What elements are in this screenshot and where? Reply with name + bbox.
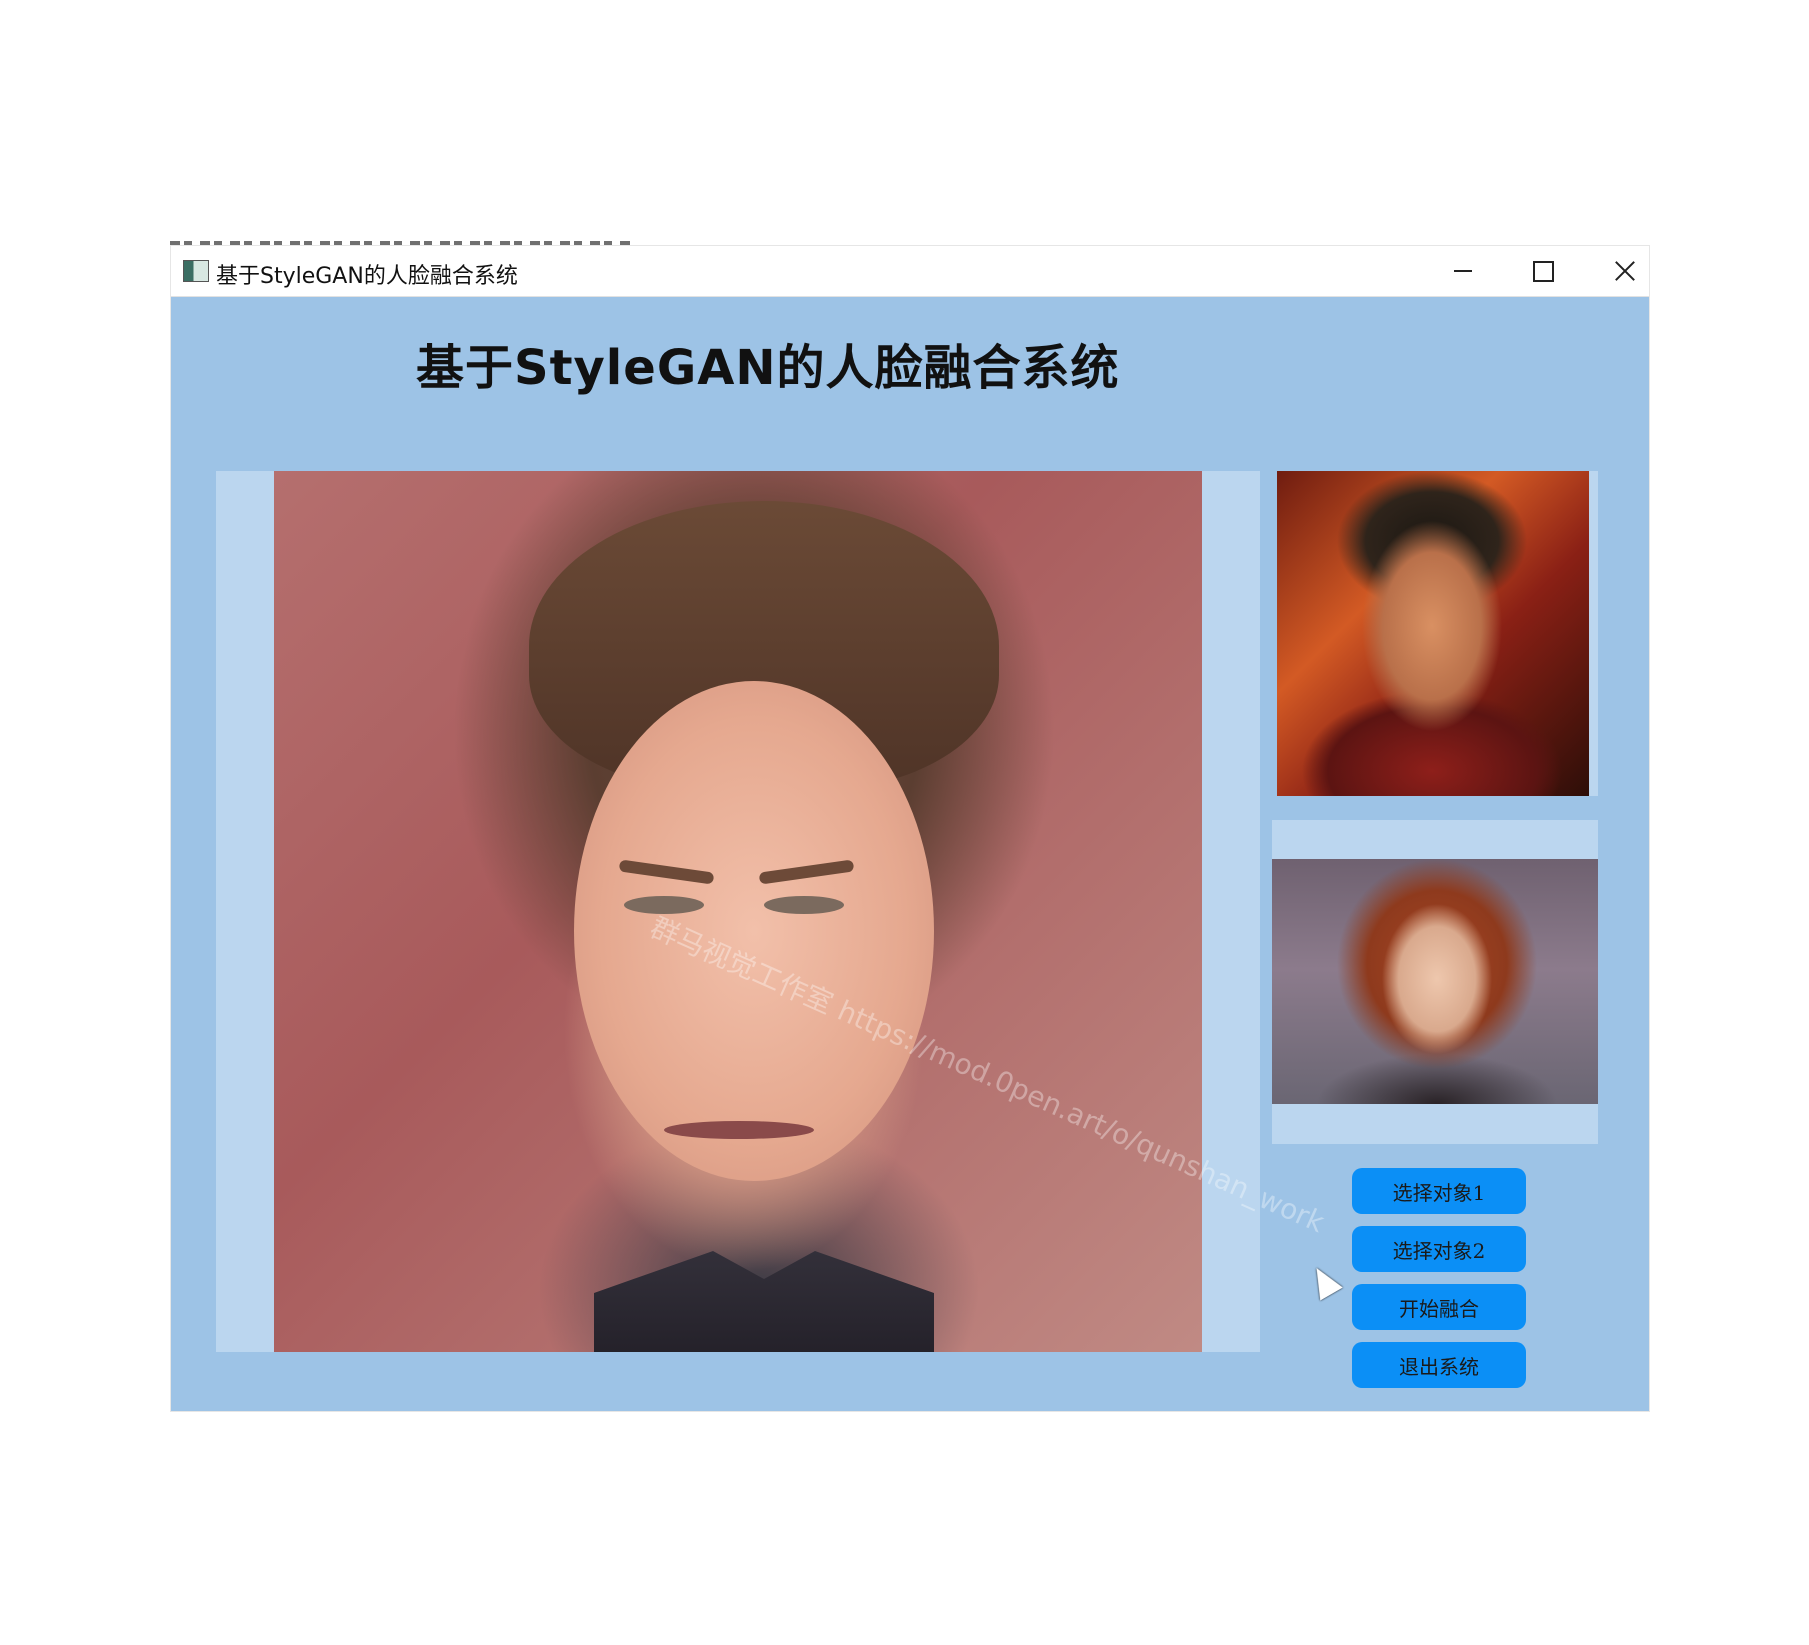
app-icon xyxy=(183,260,209,282)
mouth xyxy=(664,1121,814,1139)
title-bar: 基于StyleGAN的人脸融合系统 xyxy=(171,246,1649,297)
minimize-icon xyxy=(1454,270,1472,272)
maximize-button[interactable] xyxy=(1513,254,1573,288)
collar xyxy=(594,1251,934,1352)
minimize-button[interactable] xyxy=(1433,254,1493,288)
exit-system-button[interactable]: 退出系统 xyxy=(1352,1342,1526,1388)
face-shape xyxy=(574,681,934,1181)
select-object-1-button[interactable]: 选择对象1 xyxy=(1352,1168,1526,1214)
app-window: 基于StyleGAN的人脸融合系统 基于StyleGAN的人脸融合系统 选择对象… xyxy=(171,246,1649,1411)
maximize-icon xyxy=(1532,260,1554,282)
mouse-cursor-icon xyxy=(1305,1261,1343,1301)
close-button[interactable] xyxy=(1595,254,1655,288)
right-eye xyxy=(764,896,844,914)
object-2-panel xyxy=(1272,820,1598,1144)
object-1-face-image xyxy=(1277,471,1589,796)
page-title: 基于StyleGAN的人脸融合系统 xyxy=(416,340,1120,396)
result-panel xyxy=(216,471,1260,1352)
window-top-edge xyxy=(170,241,630,245)
start-fusion-button[interactable]: 开始融合 xyxy=(1352,1284,1526,1330)
object-2-face-image xyxy=(1272,859,1598,1104)
object-1-panel xyxy=(1277,471,1598,796)
close-icon xyxy=(1614,260,1636,282)
fused-face-image xyxy=(274,471,1202,1352)
window-title: 基于StyleGAN的人脸融合系统 xyxy=(216,264,518,289)
select-object-2-button[interactable]: 选择对象2 xyxy=(1352,1226,1526,1272)
